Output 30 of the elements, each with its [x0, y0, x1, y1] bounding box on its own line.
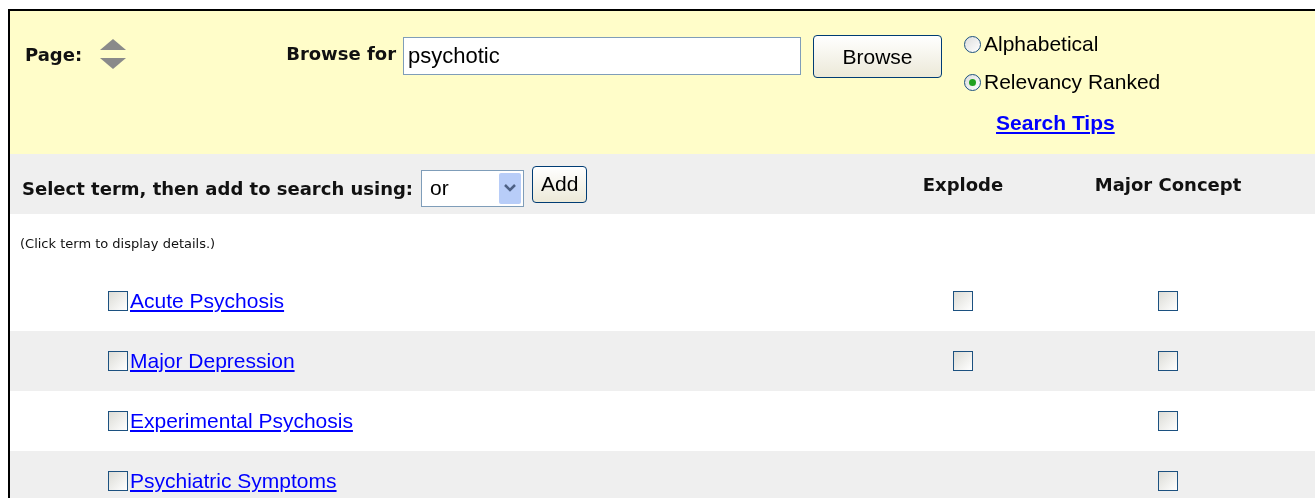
term-link[interactable]: Major Depression: [130, 349, 295, 373]
hint-text: (Click term to display details.): [19, 235, 217, 253]
checkbox[interactable]: [108, 291, 128, 311]
checkbox[interactable]: [953, 351, 973, 371]
page-label: Page:: [25, 43, 83, 65]
checkbox[interactable]: [953, 291, 973, 311]
browse-label: Browse for: [286, 43, 396, 64]
checkbox[interactable]: [108, 411, 128, 431]
search-tips-link[interactable]: Search Tips: [996, 111, 1161, 135]
column-header: Major Concept: [1094, 173, 1242, 195]
toolbar-label: Select term, then add to search using:: [22, 177, 414, 199]
search-field[interactable]: psychotic: [403, 37, 801, 75]
checkbox[interactable]: [108, 351, 128, 371]
sort-radio[interactable]: Alphabetical: [964, 25, 1161, 63]
term-link[interactable]: Psychiatric Symptoms: [130, 469, 337, 493]
page-down-icon[interactable]: [100, 58, 127, 69]
dropdown-caret-icon: [499, 172, 522, 204]
sort-radio[interactable]: Relevancy Ranked: [964, 63, 1161, 101]
term-link[interactable]: Acute Psychosis: [130, 289, 285, 313]
checkbox[interactable]: [108, 471, 128, 491]
checkbox[interactable]: [1158, 411, 1178, 431]
page-up-icon[interactable]: [100, 39, 127, 50]
checkbox[interactable]: [1158, 351, 1178, 371]
browse-button[interactable]: Browse: [813, 35, 942, 78]
term-link[interactable]: Experimental Psychosis: [130, 409, 353, 433]
column-header: Explode: [922, 173, 1004, 195]
operator-dropdown[interactable]: or: [421, 169, 525, 207]
checkbox[interactable]: [1158, 471, 1178, 491]
add-button[interactable]: Add: [532, 165, 588, 203]
checkbox[interactable]: [1158, 291, 1178, 311]
